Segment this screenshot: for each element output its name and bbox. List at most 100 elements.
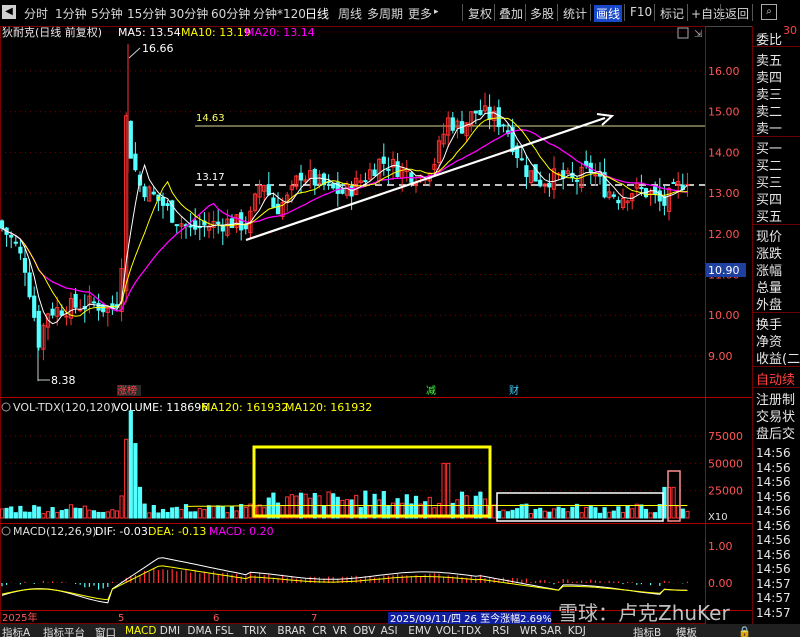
volume-bar: [128, 410, 133, 519]
volume-bar: [519, 504, 524, 519]
candle-body: [381, 156, 386, 164]
volume-bar: [68, 504, 74, 519]
tab-120min[interactable]: 分钟*120: [253, 5, 306, 22]
volume-bar: [239, 503, 244, 519]
volume-bar: [510, 509, 515, 519]
expand-icon[interactable]: ⇲: [694, 29, 703, 40]
tab-multi-period[interactable]: 多周期: [367, 5, 403, 22]
indicator-tab-obv[interactable]: OBV: [353, 625, 375, 637]
indicator-tab-asi[interactable]: ASI: [381, 625, 398, 637]
indicator-tab-vol-tdx[interactable]: VOL-TDX: [436, 625, 481, 637]
biaoji-button[interactable]: 标记: [660, 5, 684, 22]
sell1-label: 卖一: [756, 122, 783, 137]
high-pointer: [128, 47, 141, 59]
auto-continue-label[interactable]: 自动续: [756, 369, 795, 388]
volume-bar: [643, 508, 649, 519]
huaxian-button[interactable]: 画线: [594, 5, 623, 22]
volume-bar: [82, 505, 87, 519]
volume-bar: [602, 507, 607, 519]
indicator-tab-dma[interactable]: DMA: [187, 625, 211, 637]
tab-30min[interactable]: 30分钟: [169, 5, 208, 22]
indicator-tab-sar[interactable]: SAR: [540, 625, 561, 637]
candle-body: [639, 187, 644, 190]
jian-marker[interactable]: 减: [426, 385, 436, 397]
volume-bar: [588, 504, 593, 519]
tick-time: 14:57: [756, 591, 791, 605]
vol-ma120-a: MA120: 161932: [201, 401, 288, 414]
indicator-tab-trix[interactable]: TRIX: [243, 625, 267, 637]
volume-tick: 25000: [708, 485, 743, 498]
kline-chart[interactable]: 狄耐克(日线 前复权) MA5: 13.54 MA10: 13.19 MA20:…: [0, 25, 752, 625]
indicator-tab-cr[interactable]: CR: [312, 625, 327, 637]
lock-icon[interactable]: 🔒: [738, 625, 751, 637]
zhangbang-marker[interactable]: 涨榜: [117, 384, 137, 397]
high-price-label: 16.66: [142, 42, 174, 55]
volume-bar: [156, 512, 161, 519]
indicator-tab-fsl[interactable]: FSL: [215, 625, 233, 637]
tab-weekly[interactable]: 周线: [338, 5, 362, 22]
candle-body: [229, 218, 235, 229]
tick-time: 14:56: [756, 446, 791, 460]
indicator-tab-窗口[interactable]: 窗口: [95, 625, 116, 637]
indicator-tab-rsi[interactable]: RSI: [492, 625, 509, 637]
settings-icon[interactable]: [677, 27, 689, 39]
candle-body: [372, 169, 377, 177]
candle-body: [538, 179, 543, 187]
candle-body: [671, 181, 676, 184]
fuquan-button[interactable]: 复权: [468, 5, 492, 22]
tab-1min[interactable]: 1分钟: [55, 5, 87, 22]
tab-daily[interactable]: 日线: [305, 5, 329, 22]
volume-bar: [515, 508, 520, 519]
collapse-left-icon[interactable]: ◀: [2, 5, 16, 19]
candle-body: [188, 225, 193, 228]
macd-toggle-icon[interactable]: [1, 526, 11, 536]
volume-highlight-box-3[interactable]: [667, 470, 681, 522]
indicator-tab-emv[interactable]: EMV: [408, 625, 431, 637]
tab-5min[interactable]: 5分钟: [91, 5, 123, 22]
back-button[interactable]: 返回: [725, 5, 749, 22]
volume-bar: [64, 508, 69, 519]
vol-toggle-icon[interactable]: [1, 402, 11, 412]
candle-body: [0, 220, 5, 229]
indicator-tab-right[interactable]: 模板: [676, 625, 697, 637]
tab-more[interactable]: 更多: [408, 5, 432, 22]
f10-button[interactable]: F10: [630, 5, 652, 19]
indicator-tab-dmi[interactable]: DMI: [160, 625, 180, 637]
search-icon[interactable]: ⌕: [761, 4, 777, 20]
volume-bar: [372, 493, 377, 519]
date-label-may: 5: [118, 613, 124, 624]
indicator-tab-vr[interactable]: VR: [333, 625, 347, 637]
diejia-button[interactable]: 叠加: [499, 5, 523, 22]
volume-bar: [547, 511, 552, 519]
indicator-tab-right[interactable]: 指标B: [633, 625, 661, 637]
candle-body: [165, 203, 170, 207]
volume-bar: [137, 486, 143, 519]
indicator-tab-wr[interactable]: WR: [520, 625, 538, 637]
vol-scale-x10: X10: [708, 512, 728, 523]
more-arrow-icon[interactable]: ▸: [434, 7, 439, 17]
duogu-button[interactable]: 多股: [530, 5, 554, 22]
indicator-tab-brar[interactable]: BRAR: [277, 625, 306, 637]
low-price-label: 8.38: [51, 374, 76, 387]
kline-chart-area[interactable]: 狄耐克(日线 前复权) MA5: 13.54 MA10: 13.19 MA20:…: [0, 25, 752, 625]
tab-60min[interactable]: 60分钟: [211, 5, 250, 22]
indicator-tab-macd[interactable]: MACD: [125, 625, 156, 637]
vol-header: VOL-TDX(120,120): [13, 401, 115, 414]
volume-bar: [142, 503, 147, 519]
tongji-button[interactable]: 统计: [563, 5, 587, 22]
volume-bars: [0, 410, 690, 519]
indicator-tab-指标a[interactable]: 指标A: [2, 625, 30, 637]
indicator-tab-kdj[interactable]: KDJ: [568, 625, 586, 637]
indicator-tab-指标平台[interactable]: 指标平台: [43, 625, 85, 637]
volume-bar: [326, 491, 331, 519]
volume-bar: [441, 462, 446, 519]
candle-body: [363, 180, 368, 183]
volume-bar: [165, 511, 170, 519]
tick-time: 14:56: [756, 475, 791, 489]
cai-marker[interactable]: 财: [509, 384, 519, 397]
tab-15min[interactable]: 15分钟: [127, 5, 166, 22]
tab-fenshi[interactable]: 分时: [24, 5, 48, 22]
volume-bar: [193, 511, 198, 519]
candle-body: [142, 186, 147, 198]
volume-bar: [174, 506, 179, 519]
